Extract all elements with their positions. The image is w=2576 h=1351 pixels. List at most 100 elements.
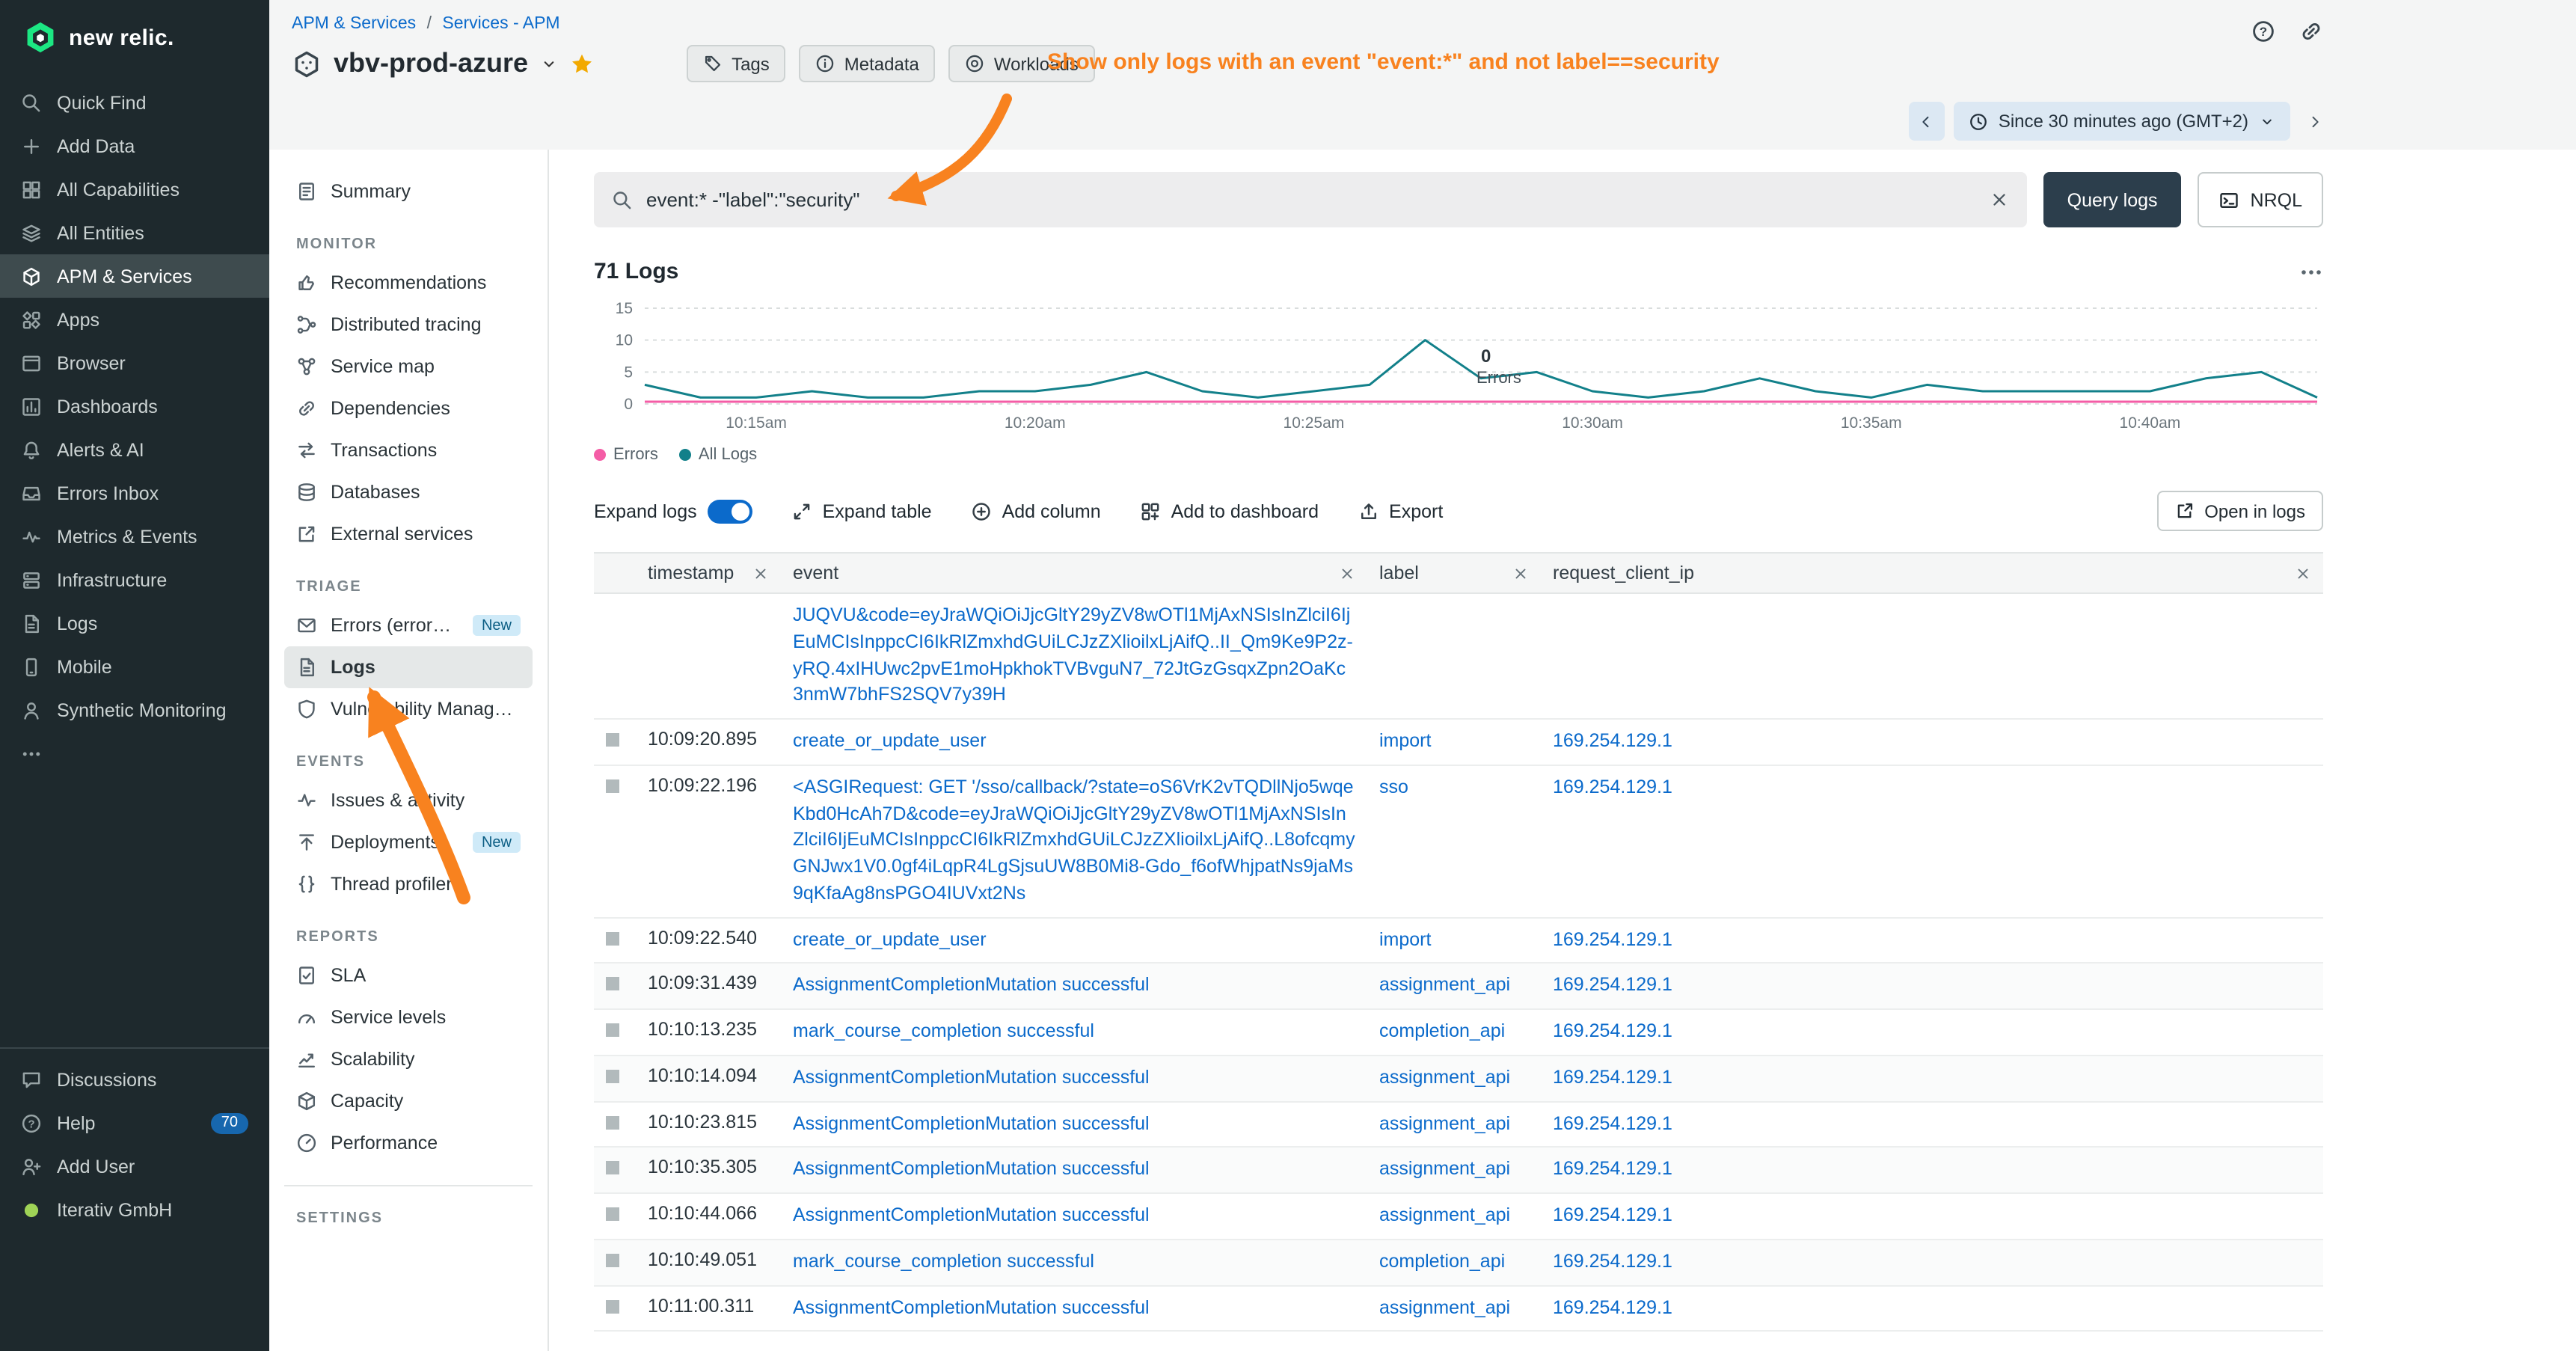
log-label-link[interactable]: assignment_api	[1379, 1159, 1510, 1180]
subnav-item-capacity[interactable]: Capacity	[284, 1080, 533, 1122]
log-row[interactable]: 10:09:20.895 create_or_update_user impor…	[594, 719, 2323, 765]
time-back-button[interactable]	[1909, 102, 1945, 141]
entity-dropdown-chevron-icon[interactable]	[540, 55, 558, 73]
subnav-item-issues-activity[interactable]: Issues & activity	[284, 779, 533, 821]
log-event-link[interactable]: AssignmentCompletionMutation successful	[793, 1296, 1150, 1317]
nrql-button[interactable]: NRQL	[2198, 172, 2323, 227]
log-row[interactable]: 10:10:13.235 mark_course_completion succ…	[594, 1009, 2323, 1056]
log-ip-link[interactable]: 169.254.129.1	[1553, 1020, 1672, 1041]
sidebar-item-quick-find[interactable]: Quick Find	[0, 81, 269, 124]
log-row[interactable]: 10:09:22.540 create_or_update_user impor…	[594, 917, 2323, 964]
sidebar-item-add-data[interactable]: Add Data	[0, 124, 269, 168]
log-ip-link[interactable]: 169.254.129.1	[1553, 1296, 1672, 1317]
subnav-item-distributed-tracing[interactable]: Distributed tracing	[284, 304, 533, 346]
row-select-checkbox[interactable]	[606, 1070, 619, 1083]
legend-item[interactable]: All Logs	[679, 446, 757, 464]
row-select-checkbox[interactable]	[606, 1115, 619, 1129]
sidebar-item-metrics-events[interactable]: Metrics & Events	[0, 515, 269, 558]
sidebar-item-dashboards[interactable]: Dashboards	[0, 385, 269, 428]
log-ip-link[interactable]: 169.254.129.1	[1553, 1204, 1672, 1225]
log-ip-link[interactable]: 169.254.129.1	[1553, 730, 1672, 751]
row-select-checkbox[interactable]	[606, 1162, 619, 1175]
subnav-item-vulnerability-management[interactable]: Vulnerability Management	[284, 688, 533, 730]
log-label-link[interactable]: import	[1379, 730, 1431, 751]
row-select-checkbox[interactable]	[606, 1254, 619, 1267]
subnav-item-logs[interactable]: Logs	[284, 646, 533, 688]
toggle-switch[interactable]	[708, 499, 752, 523]
log-row[interactable]: 10:10:44.066 AssignmentCompletionMutatio…	[594, 1193, 2323, 1240]
add-column-button[interactable]: Add column	[971, 500, 1101, 521]
log-event-link[interactable]: AssignmentCompletionMutation successful	[793, 1067, 1150, 1088]
sidebar-item-errors-inbox[interactable]: Errors Inbox	[0, 471, 269, 515]
subnav-item-sla[interactable]: SLA	[284, 955, 533, 996]
row-select-checkbox[interactable]	[606, 1207, 619, 1221]
subnav-item-summary[interactable]: Summary	[284, 171, 533, 212]
time-picker[interactable]: Since 30 minutes ago (GMT+2)	[1954, 102, 2290, 141]
legend-item[interactable]: Errors	[594, 446, 658, 464]
remove-column-icon[interactable]	[1339, 565, 1355, 581]
log-row[interactable]: 10:09:22.196 <ASGIRequest: GET '/sso/cal…	[594, 765, 2323, 918]
subnav-item-scalability[interactable]: Scalability	[284, 1038, 533, 1080]
log-event-link[interactable]: <ASGIRequest: GET '/sso/callback/?state=…	[793, 776, 1355, 904]
log-label-link[interactable]: assignment_api	[1379, 1112, 1510, 1133]
new-relic-logo[interactable]: new relic.	[0, 0, 269, 72]
log-event-link[interactable]: create_or_update_user	[793, 928, 987, 949]
sidebar-item-alerts-ai[interactable]: Alerts & AI	[0, 428, 269, 471]
log-label-link[interactable]: completion_api	[1379, 1251, 1505, 1272]
log-ip-link[interactable]: 169.254.129.1	[1553, 1159, 1672, 1180]
permalink-icon[interactable]	[2299, 19, 2323, 43]
row-select-checkbox[interactable]	[606, 978, 619, 991]
subnav-item-performance[interactable]: Performance	[284, 1122, 533, 1164]
log-row[interactable]: 10:10:23.815 AssignmentCompletionMutatio…	[594, 1101, 2323, 1148]
log-event-link[interactable]: AssignmentCompletionMutation successful	[793, 975, 1150, 996]
subnav-item-dependencies[interactable]: Dependencies	[284, 387, 533, 429]
log-ip-link[interactable]: 169.254.129.1	[1553, 1067, 1672, 1088]
log-label-link[interactable]: assignment_api	[1379, 1296, 1510, 1317]
remove-column-icon[interactable]	[1512, 565, 1529, 581]
row-select-checkbox[interactable]	[606, 1023, 619, 1037]
log-event-link[interactable]: JUQVU&code=eyJraWQiOiJjcGltY29yZV8wOTl1M…	[793, 604, 1353, 705]
sidebar-item-mobile[interactable]: Mobile	[0, 645, 269, 688]
time-forward-button[interactable]	[2299, 102, 2329, 141]
subnav-item-transactions[interactable]: Transactions	[284, 429, 533, 471]
expand-logs-toggle[interactable]: Expand logs	[594, 499, 752, 523]
sidebar-footer-item-discussions[interactable]: Discussions	[0, 1058, 269, 1101]
log-row[interactable]: 10:10:35.305 AssignmentCompletionMutatio…	[594, 1148, 2323, 1194]
logs-query-bar[interactable]	[594, 172, 2027, 227]
remove-column-icon[interactable]	[752, 565, 769, 581]
log-ip-link[interactable]: 169.254.129.1	[1553, 928, 1672, 949]
subnav-item-recommendations[interactable]: Recommendations	[284, 262, 533, 304]
export-button[interactable]: Export	[1358, 500, 1443, 521]
sidebar-item-synthetic-monitoring[interactable]: Synthetic Monitoring	[0, 688, 269, 732]
row-select-checkbox[interactable]	[606, 931, 619, 945]
favorite-star-icon[interactable]	[570, 52, 594, 76]
sidebar-footer-item-add-user[interactable]: Add User	[0, 1145, 269, 1188]
log-row[interactable]: 10:10:49.051 mark_course_completion succ…	[594, 1240, 2323, 1286]
header-button-workloads[interactable]: Workloads	[949, 45, 1095, 82]
subnav-item-errors-errors-inb[interactable]: Errors (errors inb... New	[284, 604, 533, 646]
sidebar-item[interactable]	[0, 732, 269, 775]
expand-table-button[interactable]: Expand table	[791, 500, 932, 521]
log-ip-link[interactable]: 169.254.129.1	[1553, 1251, 1672, 1272]
log-label-link[interactable]: assignment_api	[1379, 1204, 1510, 1225]
row-select-checkbox[interactable]	[606, 1299, 619, 1313]
log-event-link[interactable]: mark_course_completion successful	[793, 1020, 1094, 1041]
sidebar-item-infrastructure[interactable]: Infrastructure	[0, 558, 269, 601]
log-label-link[interactable]: sso	[1379, 776, 1408, 797]
log-event-link[interactable]: create_or_update_user	[793, 730, 987, 751]
log-ip-link[interactable]: 169.254.129.1	[1553, 975, 1672, 996]
subnav-item-external-services[interactable]: External services	[284, 513, 533, 555]
log-row[interactable]: 10:10:14.094 AssignmentCompletionMutatio…	[594, 1056, 2323, 1102]
log-event-link[interactable]: AssignmentCompletionMutation successful	[793, 1112, 1150, 1133]
sidebar-item-apm-services[interactable]: APM & Services	[0, 254, 269, 298]
log-event-link[interactable]: AssignmentCompletionMutation successful	[793, 1204, 1150, 1225]
open-in-logs-button[interactable]: Open in logs	[2156, 491, 2323, 531]
breadcrumb-link-services-apm[interactable]: Services - APM	[442, 15, 559, 33]
sidebar-item-browser[interactable]: Browser	[0, 341, 269, 385]
log-event-link[interactable]: mark_course_completion successful	[793, 1251, 1094, 1272]
log-label-link[interactable]: assignment_api	[1379, 975, 1510, 996]
log-row[interactable]: JUQVU&code=eyJraWQiOiJjcGltY29yZV8wOTl1M…	[594, 593, 2323, 719]
breadcrumb-link-apm-services[interactable]: APM & Services	[292, 15, 416, 33]
sidebar-item-all-entities[interactable]: All Entities	[0, 211, 269, 254]
log-row[interactable]: 10:11:00.311 AssignmentCompletionMutatio…	[594, 1285, 2323, 1332]
